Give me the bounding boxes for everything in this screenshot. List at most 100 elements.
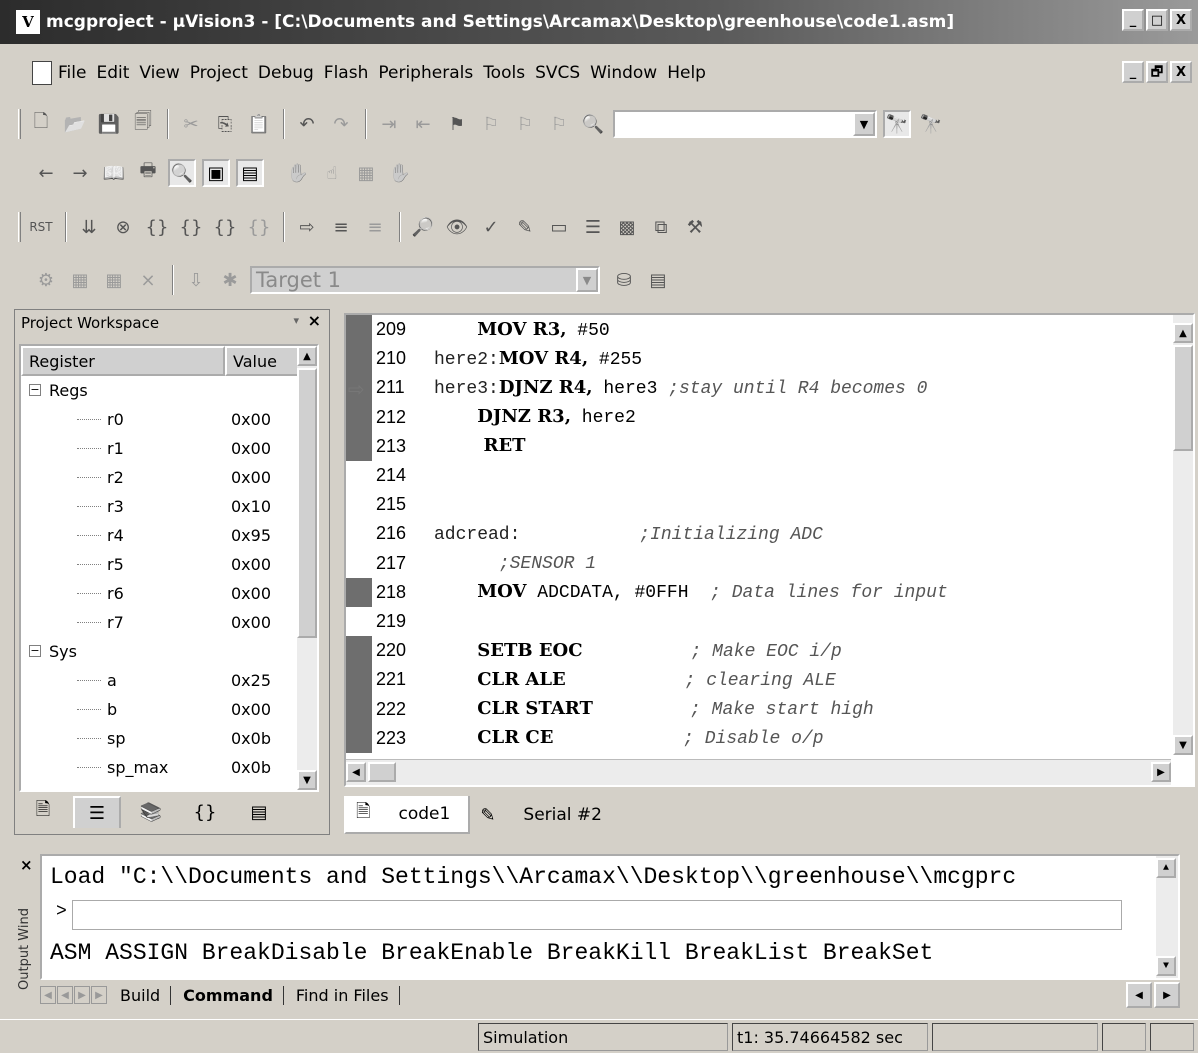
code-line[interactable]: 219: [346, 606, 1171, 637]
find-in-files-icon[interactable]: 🔍: [579, 110, 607, 138]
menu-view[interactable]: View: [139, 63, 179, 83]
register-row[interactable]: r0 0x00: [21, 405, 301, 434]
code-line[interactable]: 212 DJNZ R3, here2: [346, 402, 1171, 432]
close-icon[interactable]: ×: [308, 311, 321, 330]
code-line[interactable]: 218 MOV ADCDATA, #0FFH ; Data lines for …: [346, 577, 1171, 607]
scroll-thumb[interactable]: [1173, 345, 1193, 451]
code-line[interactable]: 215: [346, 490, 1171, 520]
undo-icon[interactable]: ↶: [293, 110, 321, 138]
save-all-icon[interactable]: 🗐: [129, 110, 157, 138]
dropdown-arrow-icon[interactable]: ▼: [853, 112, 875, 136]
hand-icon[interactable]: ✋: [284, 159, 312, 187]
code-line[interactable]: 223 CLR CE ; Disable o/p: [346, 723, 1171, 753]
functions-tab-icon[interactable]: {}: [181, 796, 229, 828]
value-column-header[interactable]: Value: [225, 346, 301, 376]
registers-tab-icon[interactable]: ☰: [73, 796, 121, 828]
scroll-left-icon[interactable]: ◀: [346, 762, 366, 782]
menu-project[interactable]: Project: [190, 63, 248, 83]
register-group-sys[interactable]: − Sys: [21, 637, 301, 666]
size-grip[interactable]: [1150, 1023, 1194, 1051]
editor-hscroll[interactable]: ◀ ▶: [346, 759, 1171, 785]
menu-tools[interactable]: Tools: [483, 63, 525, 83]
reset-cpu-icon[interactable]: RST: [27, 213, 55, 241]
logic-analyzer-icon[interactable]: ☰: [579, 213, 607, 241]
coverage-marker[interactable]: [346, 519, 372, 549]
code-coverage-icon[interactable]: ✓: [477, 213, 505, 241]
register-value[interactable]: 0x25: [231, 671, 301, 690]
coverage-marker[interactable]: [346, 431, 372, 461]
coverage-marker[interactable]: [346, 402, 372, 432]
coverage-marker[interactable]: [346, 315, 372, 345]
coverage-marker[interactable]: [346, 548, 372, 578]
register-row[interactable]: sp 0x0b: [21, 724, 301, 753]
tab-command[interactable]: Command: [175, 985, 284, 1005]
trace-records-icon[interactable]: ≡: [361, 213, 389, 241]
scroll-down-icon[interactable]: ▼: [1156, 956, 1176, 976]
register-row[interactable]: r6 0x00: [21, 579, 301, 608]
menu-edit[interactable]: Edit: [96, 63, 129, 83]
scroll-thumb[interactable]: [297, 368, 317, 638]
code-line[interactable]: 214: [346, 460, 1171, 491]
register-value[interactable]: 0x00: [231, 584, 301, 603]
new-file-icon[interactable]: 🗋: [27, 110, 55, 138]
bookmark-next-icon[interactable]: ⚐: [477, 110, 505, 138]
toolbox-icon[interactable]: ⚒: [681, 213, 709, 241]
scroll-right-icon[interactable]: ▶: [1154, 982, 1180, 1008]
coverage-marker[interactable]: [346, 694, 372, 724]
menu-flash[interactable]: Flash: [324, 63, 369, 83]
menu-svcs[interactable]: SVCS: [535, 63, 580, 83]
menu-file[interactable]: File: [58, 63, 86, 83]
indent-icon[interactable]: ⇥: [375, 110, 403, 138]
workspace-window-icon[interactable]: ▣: [202, 159, 230, 187]
forward-arrow-icon[interactable]: →: [66, 159, 94, 187]
register-row[interactable]: r3 0x10: [21, 492, 301, 521]
coverage-marker[interactable]: [346, 723, 372, 753]
files-tab-icon[interactable]: 🗎: [19, 796, 67, 828]
menu-debug[interactable]: Debug: [258, 63, 314, 83]
code-line[interactable]: 213 RET: [346, 431, 1171, 461]
tab-build[interactable]: Build: [112, 985, 172, 1005]
coverage-marker[interactable]: [346, 606, 372, 637]
incremental-find-icon[interactable]: 🔭: [917, 110, 945, 138]
manage-books-icon[interactable]: ▤: [644, 266, 672, 294]
register-row[interactable]: r4 0x95: [21, 521, 301, 550]
open-file-icon[interactable]: 📂: [61, 110, 89, 138]
menu-help[interactable]: Help: [667, 63, 706, 83]
menu-window[interactable]: Window: [590, 63, 657, 83]
toolbar-grip[interactable]: [18, 212, 21, 242]
coverage-marker[interactable]: [346, 636, 372, 666]
coverage-marker[interactable]: [346, 577, 372, 607]
code-line[interactable]: 210 here2:MOV R4, #255: [346, 344, 1171, 374]
maximize-button[interactable]: □: [1146, 9, 1168, 31]
back-arrow-icon[interactable]: ←: [32, 159, 60, 187]
performance-analyzer-icon[interactable]: ✎: [511, 213, 539, 241]
bookmark-prev-icon[interactable]: ⚐: [511, 110, 539, 138]
tab-code1[interactable]: 🗎 code1: [344, 796, 471, 834]
rebuild-all-icon[interactable]: ▦: [100, 266, 128, 294]
scroll-right-icon[interactable]: ▶: [1151, 762, 1171, 782]
editor-vscroll[interactable]: ▲ ▼: [1173, 315, 1193, 755]
dock-pin-icon[interactable]: ▾: [293, 314, 299, 327]
symbol-window-icon[interactable]: ⧉: [647, 213, 675, 241]
run-to-cursor-icon[interactable]: {}: [245, 213, 273, 241]
register-value[interactable]: 0x00: [231, 410, 301, 429]
code-line[interactable]: 209 MOV R3, #50: [346, 315, 1171, 345]
scroll-left-icon[interactable]: ◀: [1126, 982, 1152, 1008]
bookmark-toggle-icon[interactable]: ⚑: [443, 110, 471, 138]
close-button[interactable]: X: [1170, 9, 1192, 31]
register-value[interactable]: 0x00: [231, 700, 301, 719]
register-value[interactable]: 0x00: [231, 439, 301, 458]
register-row[interactable]: r5 0x00: [21, 550, 301, 579]
code-line[interactable]: 217 ;SENSOR 1: [346, 548, 1171, 578]
dropdown-arrow-icon[interactable]: ▼: [576, 268, 598, 292]
code-line[interactable]: ⇨ 211 here3:DJNZ R4, here3 ;stay until R4 …: [346, 373, 1171, 403]
next-tab-icon[interactable]: ▶: [74, 986, 90, 1004]
output-text-area[interactable]: Load "C:\\Documents and Settings\\Arcama…: [40, 854, 1180, 980]
minimize-button[interactable]: _: [1122, 9, 1144, 31]
register-row[interactable]: a 0x25: [21, 666, 301, 695]
target-select[interactable]: Target 1 ▼: [250, 266, 600, 294]
stop-hand-icon[interactable]: ✋: [386, 159, 414, 187]
disassembly-icon[interactable]: 🔎: [409, 213, 437, 241]
prev-tab-icon[interactable]: ◀: [57, 986, 73, 1004]
templates-tab-icon[interactable]: ▤: [235, 796, 283, 828]
